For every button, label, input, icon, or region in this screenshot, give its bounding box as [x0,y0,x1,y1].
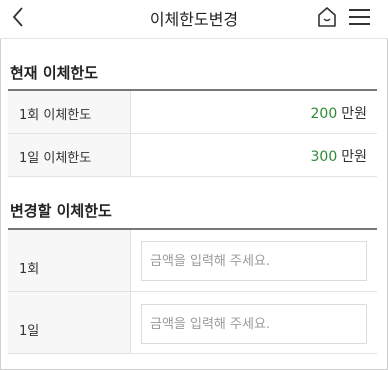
current-limit-table: 1회 이체한도 200 만원 1일 이체한도 300 만원 [8,91,377,177]
limit-value: 200 만원 [311,103,368,123]
label-cell: 1일 이체한도 [8,134,131,176]
row-label: 1회 [19,262,40,277]
change-limit-title: 변경할 이체한도 [10,202,112,220]
current-limit-title: 현재 이체한도 [10,64,99,82]
table-row: 1일 이체한도 300 만원 [8,134,377,177]
home-icon [318,7,336,27]
limit-unit: 만원 [341,106,367,122]
limit-value: 300 만원 [311,146,368,166]
table-row: 1일 [8,292,377,354]
limit-amount: 200 [310,106,338,122]
row-label: 1회 이체한도 [19,108,92,123]
label-cell: 1일 [8,292,131,353]
row-label: 1일 [19,324,40,339]
limit-amount: 300 [310,149,338,165]
daily-amount-input[interactable] [141,304,367,344]
menu-button[interactable] [349,8,371,26]
top-header: 이체한도변경 [0,0,388,38]
label-cell: 1회 [8,230,131,291]
per-transfer-amount-input[interactable] [141,241,367,281]
table-row: 1회 [8,230,377,292]
home-button[interactable] [316,6,338,28]
limit-unit: 만원 [341,149,367,165]
label-cell: 1회 이체한도 [8,91,131,133]
row-label: 1일 이체한도 [19,151,92,166]
table-row: 1회 이체한도 200 만원 [8,91,377,134]
hamburger-menu-icon [349,9,370,25]
header-divider [0,38,388,39]
change-limit-table: 1회 1일 [8,230,377,354]
